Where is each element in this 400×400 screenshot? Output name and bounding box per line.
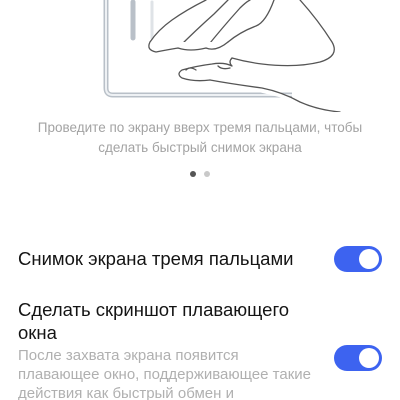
floating-window-screenshot-description: После захвата экрана появится плавающее … [18, 347, 311, 400]
carousel-indicator [0, 171, 400, 177]
toggle-knob [359, 249, 379, 269]
floating-window-screenshot-toggle[interactable] [334, 345, 382, 371]
floating-window-screenshot-label: Сделать скриншот плавающего окна [18, 299, 290, 343]
three-finger-screenshot-label: Снимок экрана тремя пальцами [18, 248, 294, 269]
three-finger-gesture-illustration [103, 0, 341, 112]
gesture-caption: Проведите по экрану вверх тремя пальцами… [37, 120, 363, 155]
three-finger-screenshot-toggle[interactable] [334, 246, 382, 272]
toggle-knob [359, 348, 379, 368]
carousel-dot-active[interactable] [190, 171, 196, 177]
carousel-dot-inactive[interactable] [204, 171, 210, 177]
